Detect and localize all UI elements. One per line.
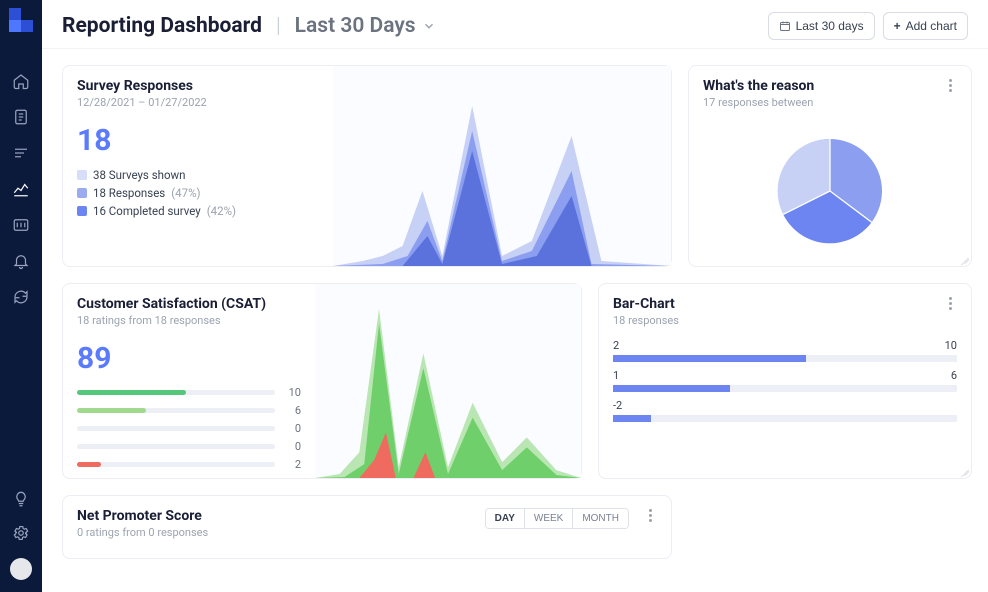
mini-bar-track: [77, 408, 275, 413]
mini-bar-row: 0: [77, 440, 301, 453]
logo: [9, 8, 33, 32]
mini-bar-value: 0: [281, 422, 301, 435]
bar-subtitle: 18 responses: [613, 314, 679, 327]
csat-title: Customer Satisfaction (CSAT): [77, 296, 266, 312]
csat-mini-bars: 10 6 0 0 2: [63, 386, 315, 486]
doc-icon[interactable]: [12, 108, 30, 126]
bar-rows: 21016-2: [599, 333, 971, 435]
sidebar-bottom: [10, 490, 32, 592]
lines-icon[interactable]: [12, 144, 30, 162]
swatch: [77, 206, 87, 216]
hbar-track: [613, 385, 957, 392]
mini-bar-value: 10: [281, 386, 301, 399]
date-range-label: Last 30 Days: [295, 14, 416, 38]
mini-bar-fill: [77, 390, 186, 395]
add-chart-button[interactable]: + Add chart: [883, 12, 968, 40]
mini-bar-value: 6: [281, 404, 301, 417]
mini-bar-value: 0: [281, 440, 301, 453]
mini-bar-track: [77, 426, 275, 431]
hbar-right: 6: [951, 369, 957, 382]
reason-kebab[interactable]: [943, 78, 957, 92]
page-title: Reporting Dashboard: [62, 14, 262, 38]
bar-title: Bar-Chart: [613, 296, 679, 312]
csat-subtitle: 18 ratings from 18 responses: [77, 314, 266, 327]
avatar[interactable]: [10, 558, 32, 580]
bar-kebab[interactable]: [943, 296, 957, 310]
hbar-row: -2: [613, 399, 957, 422]
card-survey-responses: Survey Responses 12/28/2021 – 01/27/2022…: [62, 65, 672, 267]
survey-title: Survey Responses: [77, 78, 207, 94]
resize-handle[interactable]: [959, 254, 969, 264]
legend-row: 18 Responses (47%): [77, 186, 319, 200]
hbar-left: 1: [613, 369, 619, 382]
reason-title: What's the reason: [703, 78, 814, 94]
nps-subtitle: 0 ratings from 0 responses: [77, 526, 208, 539]
mini-bar-fill: [77, 408, 146, 413]
survey-legend: 38 Surveys shown 18 Responses (47%) 16 C…: [63, 168, 333, 232]
legend-row: 16 Completed survey (42%): [77, 204, 319, 218]
swatch: [77, 188, 87, 198]
calendar-icon: [779, 20, 791, 32]
mini-bar-fill: [77, 462, 101, 467]
survey-big-number: 18: [63, 115, 333, 168]
plus-icon: +: [894, 19, 901, 33]
reason-pie: [689, 115, 971, 266]
mini-bar-row: 6: [77, 404, 301, 417]
survey-chart: [333, 66, 671, 266]
mini-bar-value: 2: [281, 458, 301, 471]
refresh-icon[interactable]: [12, 288, 30, 306]
hbar-row: 16: [613, 369, 957, 392]
hbar-fill: [613, 415, 651, 422]
bell-icon[interactable]: [12, 252, 30, 270]
card-nps: Net Promoter Score 0 ratings from 0 resp…: [62, 495, 672, 559]
chart-icon[interactable]: [12, 180, 30, 198]
date-range-dropdown[interactable]: Last 30 Days: [295, 14, 436, 38]
hbar-right: 10: [945, 339, 957, 352]
csat-big-number: 89: [63, 333, 315, 386]
resize-handle[interactable]: [959, 466, 969, 476]
title-separator: |: [276, 14, 281, 38]
sidebar: [0, 0, 42, 592]
mini-bar-row: 0: [77, 422, 301, 435]
mini-bar-track: [77, 462, 275, 467]
add-chart-label: Add chart: [906, 19, 957, 33]
hbar-row: 2 10: [613, 339, 957, 362]
nps-segmented: DAY WEEK MONTH: [485, 508, 629, 529]
hbar-track: [613, 415, 957, 422]
seg-week[interactable]: WEEK: [525, 509, 573, 528]
survey-subtitle: 12/28/2021 – 01/27/2022: [77, 96, 207, 109]
hbar-track: [613, 355, 957, 362]
hbar-fill: [613, 355, 806, 362]
swatch: [77, 170, 87, 180]
mini-bar-row: 2: [77, 458, 301, 471]
date-range-button-label: Last 30 days: [796, 19, 864, 33]
csat-chart: [315, 284, 581, 478]
hbar-left: 2: [613, 339, 619, 352]
home-icon[interactable]: [12, 72, 30, 90]
nps-title: Net Promoter Score: [77, 508, 208, 524]
gear-icon[interactable]: [12, 524, 30, 542]
seg-day[interactable]: DAY: [486, 509, 525, 528]
reason-subtitle: 17 responses between: [703, 96, 814, 109]
legend-row: 38 Surveys shown: [77, 168, 319, 182]
hbar-fill: [613, 385, 730, 392]
idea-icon[interactable]: [12, 490, 30, 508]
nps-kebab[interactable]: [643, 508, 657, 522]
nav-icons: [12, 72, 30, 490]
hbar-left: -2: [613, 399, 622, 412]
seg-month[interactable]: MONTH: [573, 509, 628, 528]
mini-bar-row: 10: [77, 386, 301, 399]
mini-bar-track: [77, 444, 275, 449]
card-reason: What's the reason 17 responses between: [688, 65, 972, 267]
slider-icon[interactable]: [12, 216, 30, 234]
mini-bar-track: [77, 390, 275, 395]
date-range-button[interactable]: Last 30 days: [768, 12, 875, 40]
card-bar-chart: Bar-Chart 18 responses 21016-2: [598, 283, 972, 479]
chevron-down-icon: [422, 19, 436, 33]
header: Reporting Dashboard | Last 30 Days Last …: [42, 0, 988, 49]
card-csat: Customer Satisfaction (CSAT) 18 ratings …: [62, 283, 582, 479]
